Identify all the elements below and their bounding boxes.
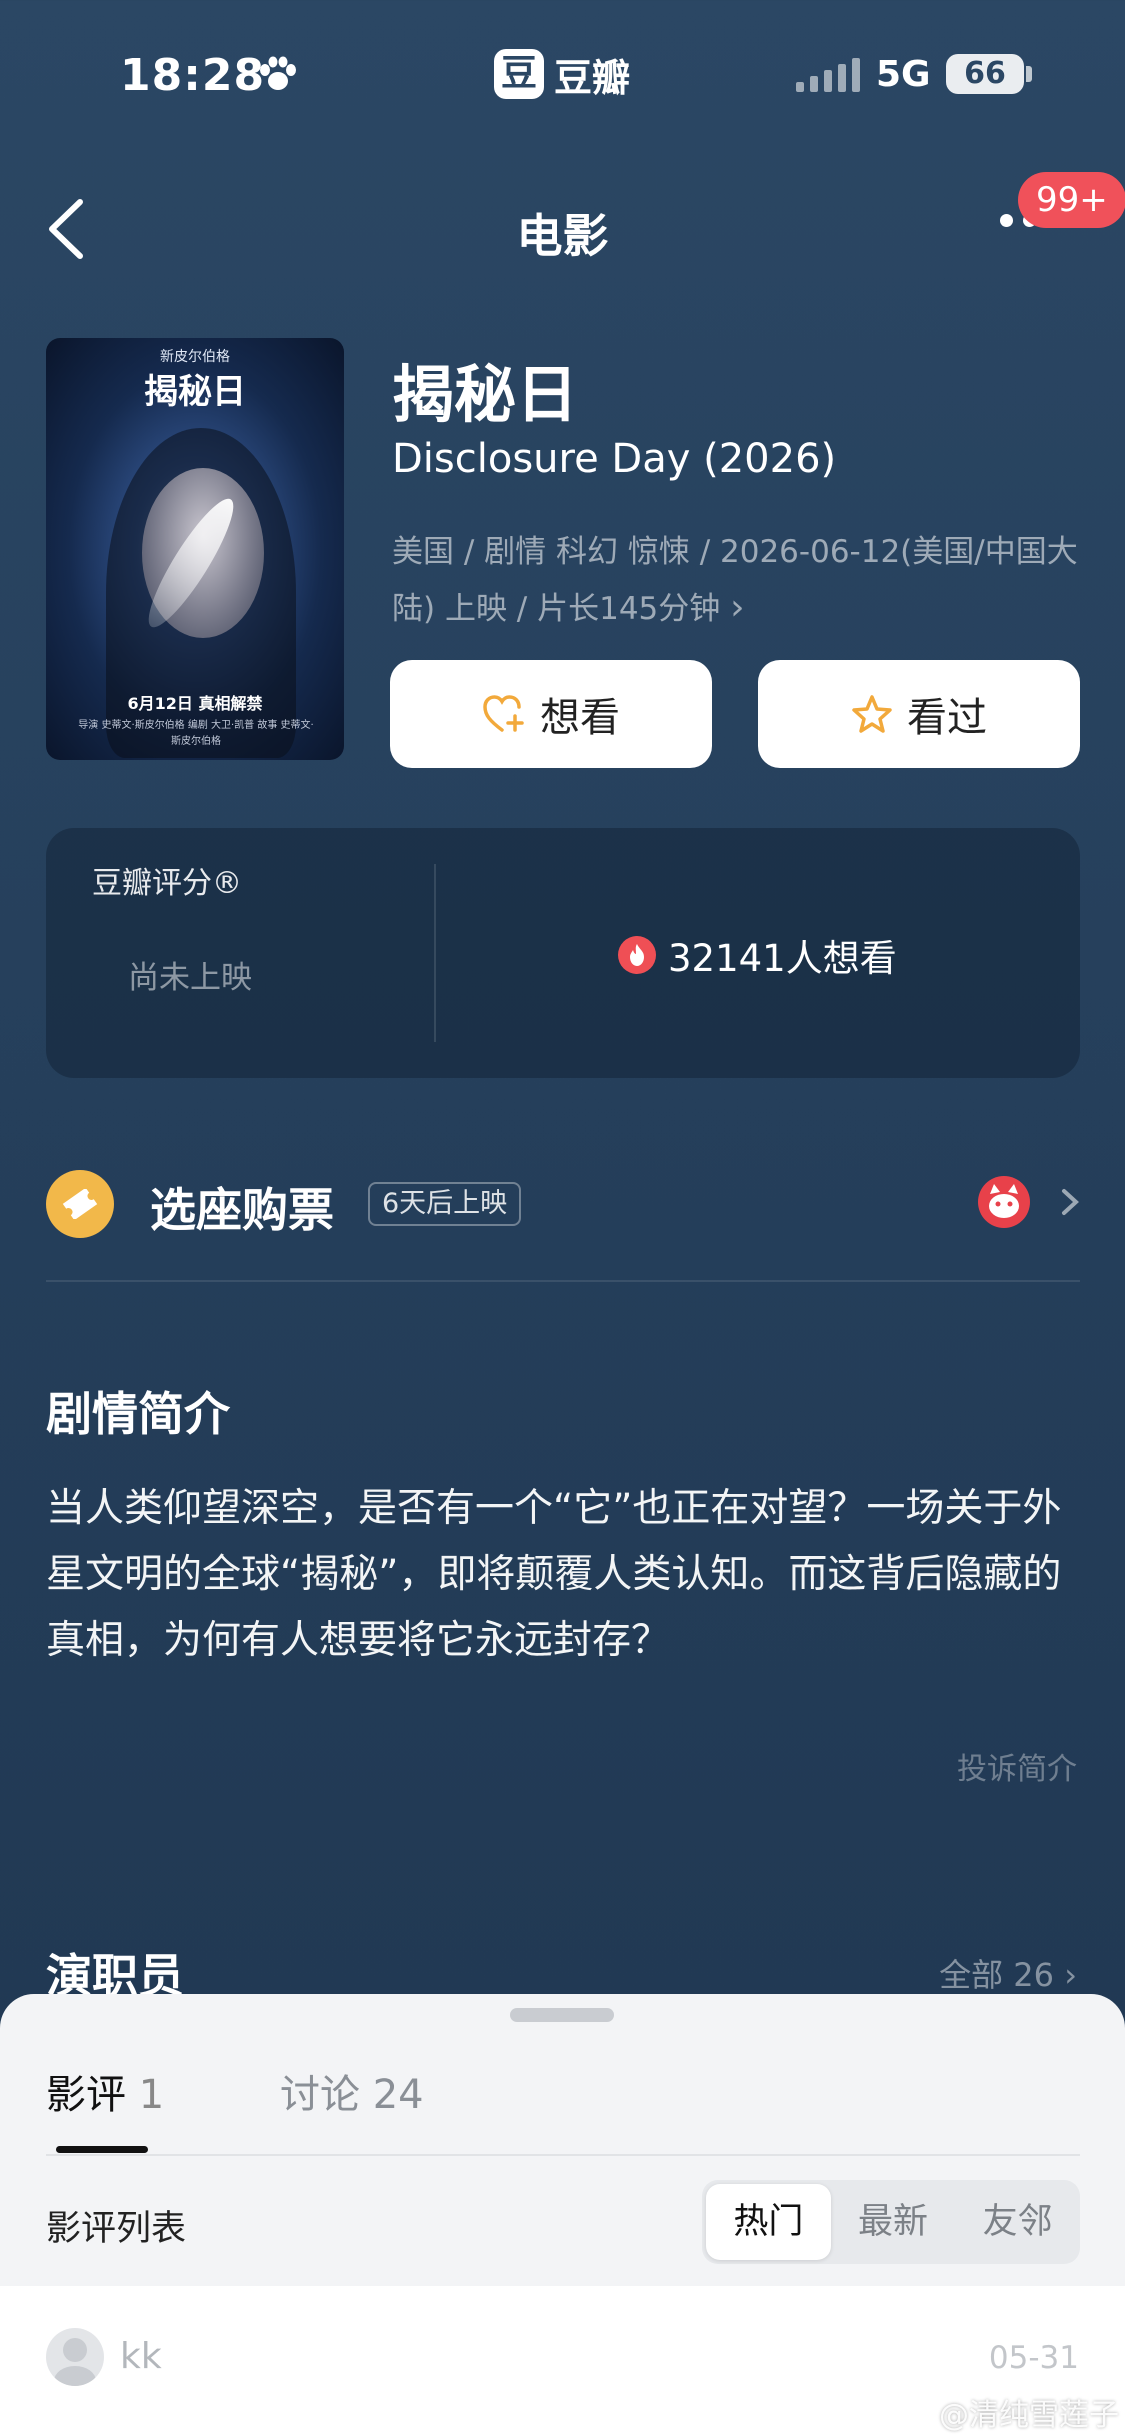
sort-hot[interactable]: 热门 xyxy=(706,2184,831,2260)
synopsis-title: 剧情简介 xyxy=(46,1387,230,1441)
tab-discussions[interactable]: 讨论 24 xyxy=(280,2062,424,2120)
want-count: 32141人想看 xyxy=(618,928,897,982)
poster-credits: 导演 史蒂文·斯皮尔伯格 编剧 大卫·凯普 故事 史蒂文·斯皮尔伯格 xyxy=(78,720,314,747)
want-to-watch-button[interactable]: 想看 xyxy=(390,660,712,768)
report-synopsis-link[interactable]: 投诉简介 xyxy=(957,1744,1077,1788)
ticket-icon xyxy=(46,1170,114,1238)
sort-latest[interactable]: 最新 xyxy=(831,2184,956,2260)
review-list-label: 影评列表 xyxy=(46,2209,187,2249)
maoyan-cat-icon xyxy=(978,1176,1030,1228)
tab-reviews[interactable]: 影评 1 xyxy=(46,2062,164,2120)
douban-logo-icon: 豆 xyxy=(494,49,544,99)
review-date: 05-31 xyxy=(988,2340,1079,2376)
synopsis-text[interactable]: 当人类仰望深空，是否有一个“它”也正在对望？一场关于外星文明的全球“揭秘”，即将… xyxy=(46,1476,1086,1674)
cast-all-link[interactable]: 全部 26 › xyxy=(939,1950,1077,1996)
chevron-right-icon[interactable] xyxy=(1058,1188,1084,1216)
tab-label: 讨论 xyxy=(280,2072,360,2118)
heart-plus-icon xyxy=(483,695,524,732)
movie-meta[interactable]: 美国 / 剧情 科幻 惊悚 / 2026-06-12(美国/中国大陆) 上映 /… xyxy=(392,524,1082,637)
notification-badge[interactable]: 99+ xyxy=(1018,172,1125,228)
poster-title: 揭秘日 xyxy=(144,372,246,412)
want-label: 想看 xyxy=(540,695,620,741)
active-tab-indicator xyxy=(56,2146,148,2153)
paw-icon xyxy=(260,56,296,90)
want-count-text: 32141人想看 xyxy=(668,937,897,980)
status-time: 18:28 xyxy=(120,50,266,101)
network-type: 5G xyxy=(876,54,931,95)
tab-count: 1 xyxy=(138,2072,165,2118)
movie-title: 揭秘日 xyxy=(392,358,579,431)
poster-top-text: 新皮尔伯格 xyxy=(160,349,230,365)
app-name: 豆瓣 xyxy=(554,55,631,100)
star-icon xyxy=(852,695,892,733)
battery-tip xyxy=(1026,66,1032,82)
review-username[interactable]: kk xyxy=(120,2336,162,2377)
divider xyxy=(434,864,436,1042)
watermark: @清纯雪莲子 xyxy=(939,2398,1119,2433)
sheet-grabber[interactable] xyxy=(510,2008,614,2022)
poster-date: 6月12日 真相解禁 xyxy=(127,694,263,713)
watched-button[interactable]: 看过 xyxy=(758,660,1080,768)
page-title: 电影 xyxy=(516,209,609,263)
release-countdown-badge: 6天后上映 xyxy=(368,1182,522,1226)
movie-english-title: Disclosure Day (2026) xyxy=(392,436,837,482)
douban-rating-label: 豆瓣评分® xyxy=(92,866,242,901)
tab-count: 24 xyxy=(372,2072,424,2118)
divider xyxy=(46,1280,1080,1282)
movie-poster[interactable]: 新皮尔伯格 揭秘日 6月12日 真相解禁 导演 史蒂文·斯皮尔伯格 编剧 大卫·… xyxy=(46,338,344,760)
app-badge: 豆 豆瓣 xyxy=(494,46,630,102)
divider xyxy=(46,2154,1080,2156)
sort-segmented-control: 热门 最新 友邻 xyxy=(702,2180,1080,2264)
avatar[interactable] xyxy=(46,2328,104,2386)
sort-friends[interactable]: 友邻 xyxy=(955,2184,1080,2260)
flame-icon xyxy=(618,936,656,974)
tab-label: 影评 xyxy=(46,2072,126,2118)
signal-icon xyxy=(796,58,860,92)
battery-icon: 66 xyxy=(946,54,1024,94)
buy-ticket-label[interactable]: 选座购票 xyxy=(150,1174,334,1240)
chevron-right-icon: › xyxy=(730,587,745,628)
rating-status: 尚未上映 xyxy=(128,960,252,996)
seen-label: 看过 xyxy=(907,695,987,741)
